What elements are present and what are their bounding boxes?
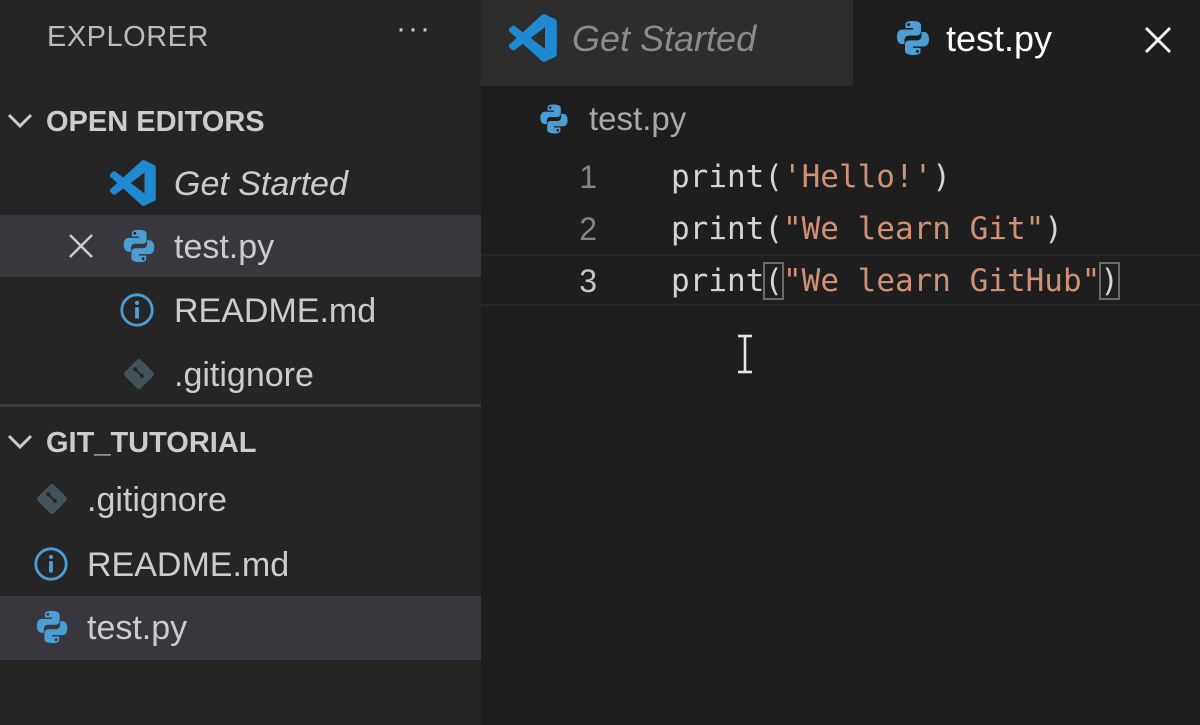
tab-label: Get Started bbox=[572, 18, 757, 59]
explorer-header: EXPLORER ··· bbox=[0, 0, 481, 78]
chevron-down-icon bbox=[7, 434, 33, 450]
code-token-string: "We learn Git" bbox=[782, 211, 1045, 247]
tab-label: test.py bbox=[946, 18, 1053, 59]
bracket-match-open: ( bbox=[763, 262, 784, 300]
code-token-string: "We learn GitHub" bbox=[783, 263, 1101, 299]
chevron-down-icon bbox=[7, 113, 33, 129]
code-text[interactable]: print("We learn Git") bbox=[671, 211, 1063, 247]
python-icon bbox=[540, 104, 568, 134]
code-text[interactable]: print('Hello!') bbox=[671, 159, 951, 195]
vscode-logo-icon bbox=[509, 14, 557, 62]
line-number: 3 bbox=[579, 263, 597, 299]
info-icon bbox=[34, 547, 68, 581]
open-editors-title: OPEN EDITORS bbox=[46, 106, 265, 138]
code-token-string: 'Hello!' bbox=[782, 159, 933, 195]
close-icon[interactable] bbox=[1140, 22, 1176, 58]
workspace-section-header[interactable]: GIT_TUTORIAL bbox=[0, 413, 481, 469]
workspace-title: GIT_TUTORIAL bbox=[46, 427, 257, 459]
file-label: README.md bbox=[87, 546, 290, 584]
file-label: test.py bbox=[87, 609, 188, 647]
code-token-function: print( bbox=[671, 211, 783, 247]
open-editor-label: .gitignore bbox=[174, 356, 314, 394]
open-editor-get-started[interactable]: Get Started bbox=[0, 152, 481, 214]
open-editors-section-header[interactable]: OPEN EDITORS bbox=[0, 92, 481, 148]
text-cursor-icon bbox=[738, 334, 752, 374]
file-label: .gitignore bbox=[87, 481, 227, 519]
git-icon bbox=[37, 484, 67, 514]
line-number: 1 bbox=[579, 159, 597, 195]
bracket-match-close: ) bbox=[1099, 262, 1120, 300]
code-token-punct: ) bbox=[932, 159, 951, 195]
python-icon bbox=[123, 229, 155, 263]
line-number: 2 bbox=[579, 211, 597, 247]
section-divider bbox=[0, 404, 481, 407]
file-test-py[interactable]: test.py bbox=[0, 596, 481, 660]
tab-test-py[interactable]: test.py bbox=[853, 0, 1200, 86]
code-line-current[interactable]: 3 print("We learn GitHub") bbox=[481, 254, 1200, 306]
code-text[interactable]: print("We learn GitHub") bbox=[671, 262, 1120, 300]
explorer-sidebar: EXPLORER ··· OPEN EDITORS Get Started te… bbox=[0, 0, 481, 725]
tab-bar: Get Started test.py bbox=[481, 0, 1200, 86]
open-editor-label: Get Started bbox=[174, 165, 348, 203]
code-token-function: print( bbox=[671, 159, 783, 195]
open-editor-test-py[interactable]: test.py bbox=[0, 215, 481, 277]
python-icon bbox=[36, 610, 68, 644]
git-icon bbox=[124, 359, 154, 389]
code-token-punct: ) bbox=[1044, 211, 1063, 247]
python-icon bbox=[897, 21, 929, 55]
file-readme[interactable]: README.md bbox=[0, 533, 481, 595]
editor-area: Get Started test.py test.py 1 print('Hel… bbox=[481, 0, 1200, 725]
info-icon bbox=[120, 293, 154, 327]
vscode-logo-icon bbox=[110, 160, 156, 206]
code-line[interactable]: 2 print("We learn Git") bbox=[481, 202, 1200, 254]
code-line[interactable]: 1 print('Hello!') bbox=[481, 150, 1200, 202]
open-editor-readme[interactable]: README.md bbox=[0, 279, 481, 341]
code-token-function: print bbox=[671, 263, 765, 299]
open-editor-gitignore[interactable]: .gitignore bbox=[0, 343, 481, 405]
more-actions-icon[interactable]: ··· bbox=[390, 12, 438, 52]
breadcrumb-file-label: test.py bbox=[589, 100, 687, 137]
open-editor-label: test.py bbox=[174, 228, 275, 266]
tab-get-started[interactable]: Get Started bbox=[481, 0, 853, 86]
explorer-title: EXPLORER bbox=[47, 21, 209, 53]
close-icon[interactable] bbox=[64, 229, 98, 263]
file-gitignore[interactable]: .gitignore bbox=[0, 468, 481, 530]
open-editor-label: README.md bbox=[174, 292, 377, 330]
